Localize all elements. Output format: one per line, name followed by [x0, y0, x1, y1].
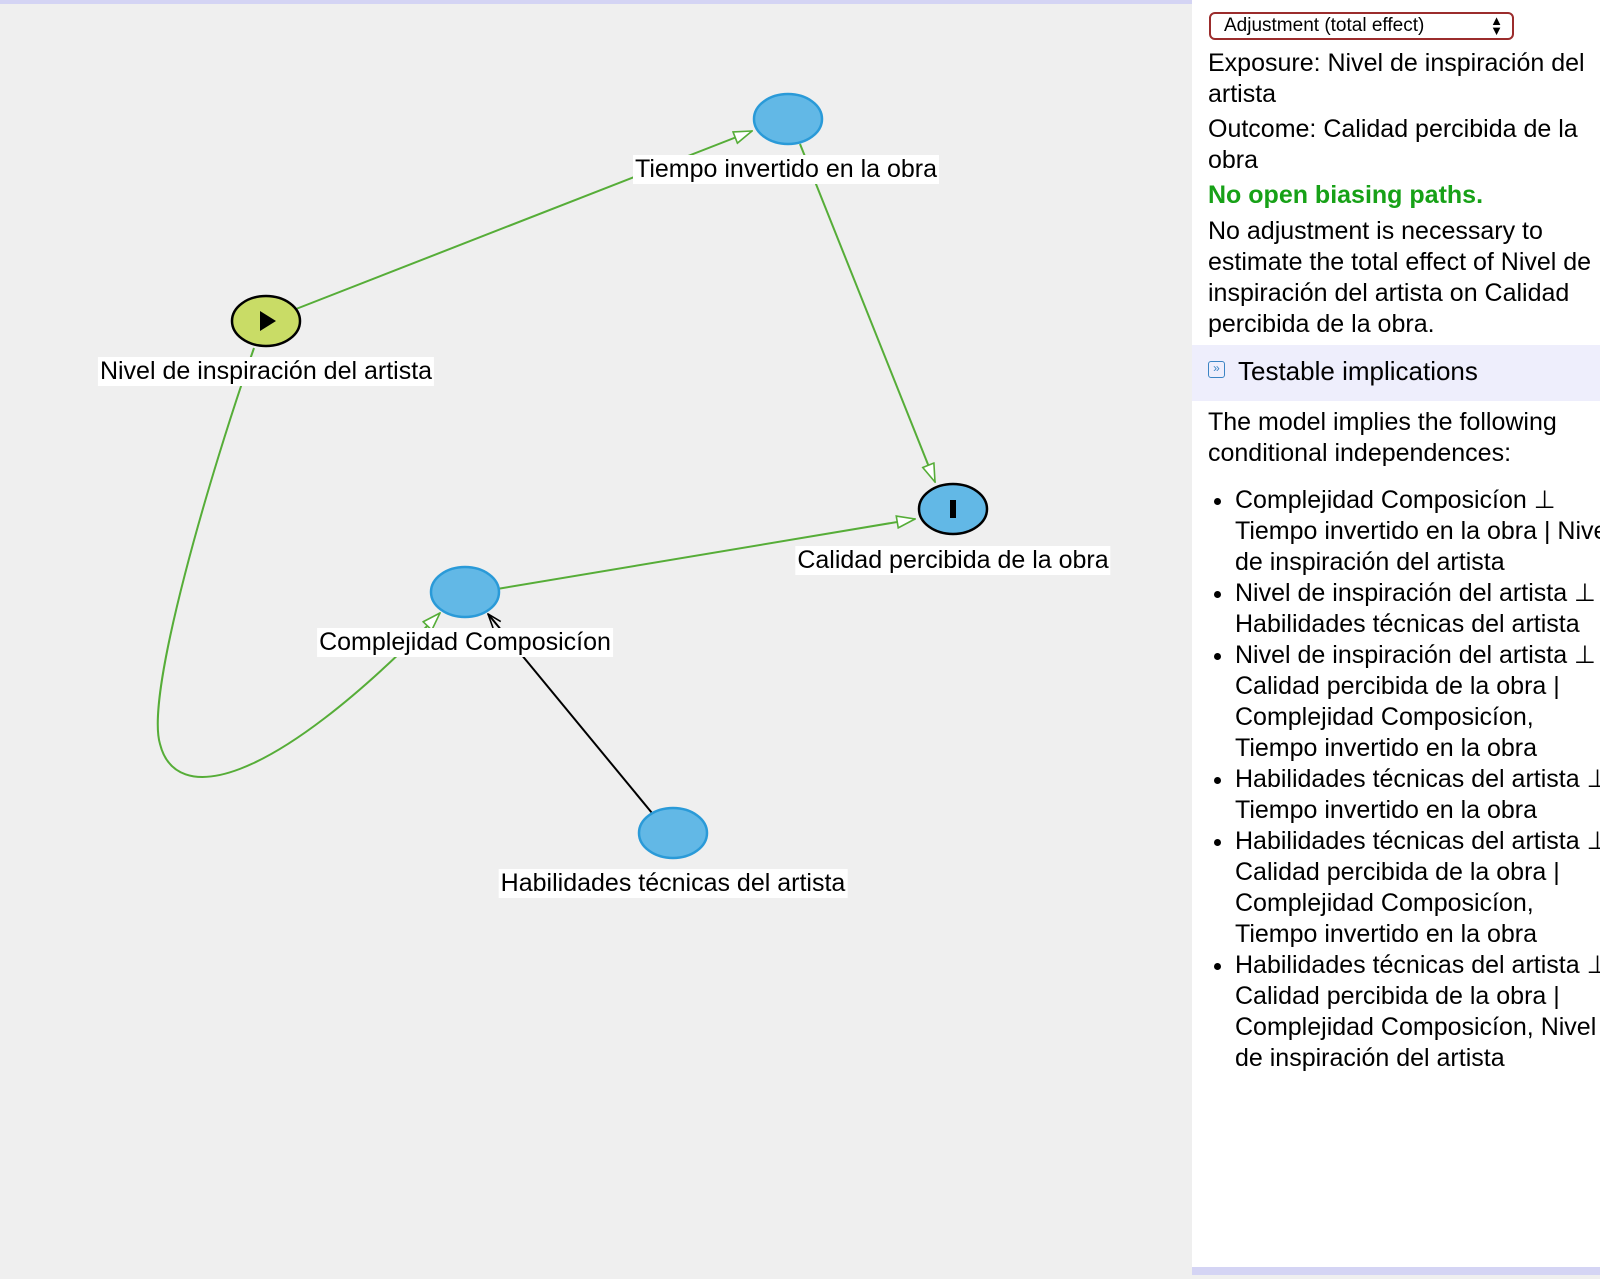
label-tiempo: Tiempo invertido en la obra [632, 155, 940, 184]
effect-type-value: Adjustment (total effect) [1224, 15, 1425, 36]
testable-implications-header[interactable]: » Testable implications [1192, 345, 1600, 401]
label-complejidad: Complejidad Composicíon [317, 628, 613, 657]
implications-intro: The model implies the following conditio… [1208, 408, 1557, 467]
outcome-text: Outcome: Calidad percibida de la obra [1208, 115, 1578, 174]
section-title: Testable implications [1238, 356, 1478, 386]
select-arrows-icon: ▲ ▼ [1490, 13, 1503, 38]
list-item: Habilidades técnicas del artista ⊥ Tiemp… [1235, 764, 1600, 826]
list-item: Habilidades técnicas del artista ⊥ Calid… [1235, 950, 1600, 1074]
diagram-canvas[interactable]: Tiempo invertido en la obra Nivel de ins… [0, 0, 1192, 1275]
outcome-bar-icon [950, 500, 956, 518]
info-panel: Adjustment (total effect) ▲ ▼ Exposure: N… [1192, 0, 1600, 1275]
list-item: Nivel de inspiración del artista ⊥ Habil… [1235, 578, 1600, 640]
label-outcome: Calidad percibida de la obra [795, 546, 1111, 575]
label-habilidades: Habilidades técnicas del artista [498, 869, 848, 898]
edge-tiempo-outcome[interactable] [799, 143, 935, 482]
label-exposure: Nivel de inspiración del artista [97, 357, 435, 386]
node-tiempo[interactable] [752, 92, 824, 146]
status-text: No open biasing paths. [1208, 181, 1484, 209]
list-item: Nivel de inspiración del artista ⊥ Calid… [1235, 640, 1600, 764]
implications-list: Complejidad Composicíon ⊥ Tiempo inverti… [1208, 485, 1600, 1074]
effect-type-select[interactable]: Adjustment (total effect) ▲ ▼ [1209, 12, 1514, 40]
edge-exposure-complejidad[interactable] [156, 347, 440, 778]
exposure-text: Exposure: Nivel de inspiración del artis… [1208, 49, 1585, 108]
adjustment-description: No adjustment is necessary to estimate t… [1208, 217, 1592, 338]
node-complejidad[interactable] [429, 565, 501, 619]
node-habilidades[interactable] [637, 806, 709, 860]
list-item: Complejidad Composicíon ⊥ Tiempo inverti… [1235, 485, 1600, 578]
panel-bottom-bar [1192, 1267, 1600, 1275]
collapse-toggle-icon[interactable]: » [1208, 361, 1225, 378]
list-item: Habilidades técnicas del artista ⊥ Calid… [1235, 826, 1600, 950]
